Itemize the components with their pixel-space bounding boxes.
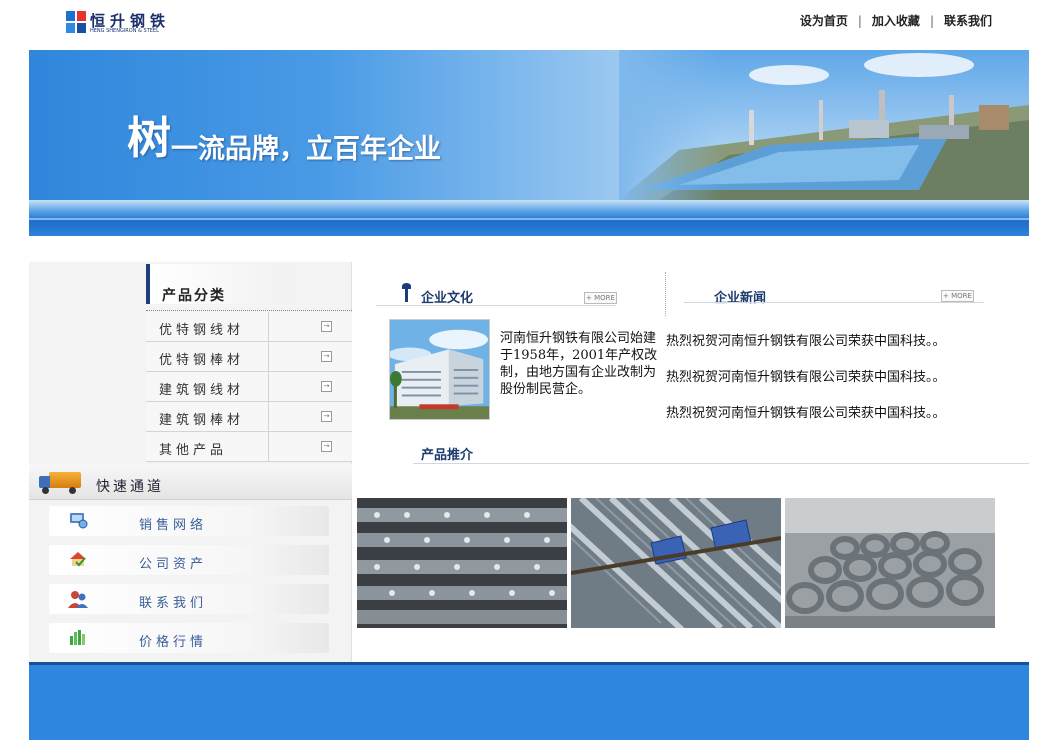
products-title: 产品推介 <box>421 448 474 463</box>
quick-link-label: 公司资产 <box>139 557 208 572</box>
set-homepage-link[interactable]: 设为首页 <box>800 14 848 28</box>
news-list: 热烈祝贺河南恒升钢铁有限公司荣获中国科技。。 热烈祝贺河南恒升钢铁有限公司荣获中… <box>666 333 1026 441</box>
news-item[interactable]: 热烈祝贺河南恒升钢铁有限公司荣获中国科技。。 <box>666 369 1026 387</box>
logo-english-name: HENG SHENGIRON & STEEL <box>90 28 159 34</box>
add-favorite-link[interactable]: 加入收藏 <box>872 14 920 28</box>
category-title: 产品分类 <box>162 288 226 304</box>
quick-link-label: 销售网络 <box>139 518 208 533</box>
category-item[interactable]: 优特钢棒材 → <box>146 342 352 372</box>
product-rebar-bundles-photo[interactable] <box>357 498 567 628</box>
people-icon <box>67 589 89 609</box>
quick-access-header: 快速通道 <box>29 464 352 500</box>
quick-link-price-trends[interactable]: 价格行情 <box>49 623 329 653</box>
category-label: 其他产品 <box>159 443 228 458</box>
arrow-right-icon: → <box>321 411 332 422</box>
category-list: 优特钢线材 → 优特钢棒材 → 建筑钢线材 → 建筑钢棒材 → 其他产品 → <box>146 312 352 462</box>
quick-link-contact-us[interactable]: 联系我们 <box>49 584 329 614</box>
quick-link-sales-network[interactable]: 销售网络 <box>49 506 329 536</box>
section-divider <box>665 272 666 316</box>
bar-chart-icon <box>67 628 89 648</box>
banner-highlight <box>29 218 1029 220</box>
culture-underline <box>376 305 616 306</box>
divider <box>268 312 269 342</box>
arrow-right-icon: → <box>321 441 332 452</box>
steel-plant-photo <box>619 50 1029 200</box>
sidebar: 产品分类 优特钢线材 → 优特钢棒材 → 建筑钢线材 → 建筑钢棒材 → 其他产… <box>29 262 352 662</box>
network-icon <box>67 511 89 531</box>
arrow-right-icon: → <box>321 351 332 362</box>
house-check-icon <box>67 550 89 570</box>
news-item[interactable]: 热烈祝贺河南恒升钢铁有限公司荣获中国科技。。 <box>666 405 1026 423</box>
culture-more-button[interactable]: + MORE <box>584 292 617 304</box>
category-label: 优特钢棒材 <box>159 353 245 368</box>
quick-link-label: 价格行情 <box>139 635 208 650</box>
company-logo[interactable]: 恒升钢铁 HENG SHENGIRON & STEEL <box>66 10 176 38</box>
category-label: 建筑钢线材 <box>159 383 245 398</box>
divider <box>268 342 269 372</box>
page-header: 恒升钢铁 HENG SHENGIRON & STEEL 设为首页 | 加入收藏 | 联系… <box>0 0 1062 48</box>
quick-access-title: 快速通道 <box>96 479 164 495</box>
quick-link-label: 联系我们 <box>139 596 208 611</box>
product-ribbed-rebar-photo[interactable] <box>571 498 781 628</box>
quick-access-list: 销售网络 公司资产 联系我们 价格行情 <box>49 506 329 662</box>
page-footer <box>29 662 1029 740</box>
arrow-right-icon: → <box>321 321 332 332</box>
culture-title: 企业文化 <box>421 291 474 306</box>
divider <box>268 432 269 462</box>
link-separator: | <box>857 14 862 28</box>
link-separator: | <box>929 14 934 28</box>
news-underline <box>684 302 984 303</box>
category-label: 优特钢线材 <box>159 323 245 338</box>
quick-link-company-assets[interactable]: 公司资产 <box>49 545 329 575</box>
divider <box>268 402 269 432</box>
category-item[interactable]: 其他产品 → <box>146 432 352 462</box>
truck-icon <box>39 470 81 494</box>
pin-icon <box>402 283 411 302</box>
company-building-photo <box>389 319 490 420</box>
products-underline <box>413 463 1029 464</box>
category-item[interactable]: 建筑钢线材 → <box>146 372 352 402</box>
product-wire-coils-photo[interactable] <box>785 498 995 628</box>
slogan-first-char: 树 <box>127 113 171 164</box>
category-header: 产品分类 <box>146 264 296 304</box>
news-more-button[interactable]: + MORE <box>941 290 974 302</box>
divider <box>268 372 269 402</box>
top-links: 设为首页 | 加入收藏 | 联系我们 <box>800 12 992 29</box>
category-label: 建筑钢棒材 <box>159 413 245 428</box>
logo-mark-icon <box>66 11 86 33</box>
category-item[interactable]: 优特钢线材 → <box>146 312 352 342</box>
hero-banner: 树一流品牌，立百年企业 <box>29 50 1029 236</box>
category-item[interactable]: 建筑钢棒材 → <box>146 402 352 432</box>
news-item[interactable]: 热烈祝贺河南恒升钢铁有限公司荣获中国科技。。 <box>666 333 1026 351</box>
culture-intro-text: 河南恒升钢铁有限公司始建于1958年，2001年产权改制，由地方国有企业改制为股… <box>500 331 658 397</box>
arrow-right-icon: → <box>321 381 332 392</box>
banner-slogan: 树一流品牌，立百年企业 <box>127 102 441 166</box>
contact-us-link[interactable]: 联系我们 <box>944 14 992 28</box>
news-title: 企业新闻 <box>714 291 767 306</box>
slogan-text: 一流品牌，立百年企业 <box>171 134 441 165</box>
dotted-divider <box>146 310 352 311</box>
